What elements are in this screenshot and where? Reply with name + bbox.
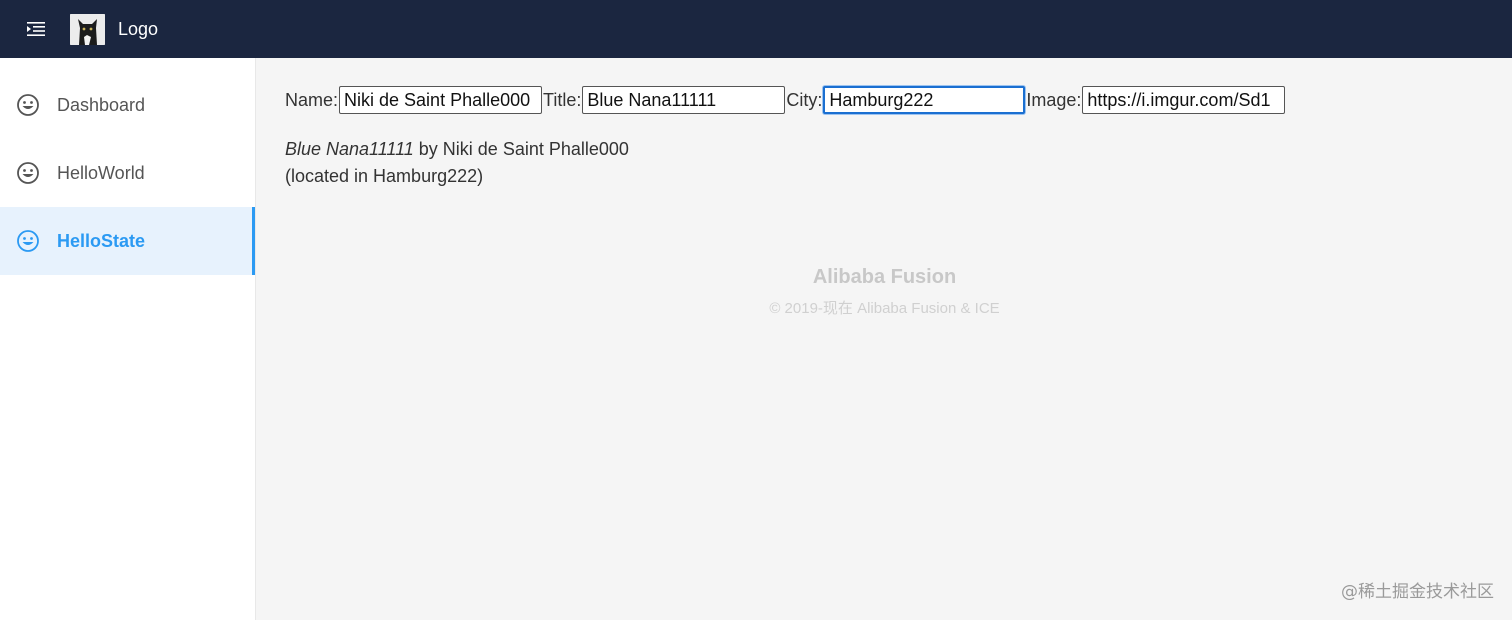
smile-icon [16,93,40,117]
name-label: Name: [285,89,339,110]
smile-icon [16,229,40,253]
logo-text[interactable]: Logo [118,19,158,40]
art-form: Name: Title: City: Image: [285,86,1286,114]
logo-image[interactable] [70,13,105,45]
sidebar-item-label: HelloWorld [57,162,145,183]
main-content: Name: Title: City: Image: Blue Nana11111… [257,58,1512,620]
sidebar-item-helloworld[interactable]: HelloWorld [0,139,255,207]
artwork-description: Blue Nana11111 by Niki de Saint Phalle00… [285,136,629,190]
sidebar-item-hellostate[interactable]: HelloState [0,207,255,275]
image-input[interactable] [1082,86,1286,114]
sidebar-item-label: HelloState [57,230,146,251]
top-header: Logo [0,0,1512,58]
sidebar-item-label: Dashboard [57,94,146,115]
artwork-line: Blue Nana11111 by Niki de Saint Phalle00… [285,136,629,163]
footer-title: Alibaba Fusion [812,266,957,288]
sidebar-item-dashboard[interactable]: Dashboard [0,71,255,139]
image-label: Image: [1026,89,1082,110]
menu-fold-icon[interactable] [26,21,46,37]
city-label: City: [786,89,823,110]
title-input[interactable] [582,86,786,114]
city-input[interactable] [823,86,1026,114]
sidebar-nav: Dashboard HelloWorld HelloState [0,58,256,620]
smile-icon [16,161,40,185]
artwork-location: (located in Hamburg222) [285,166,484,186]
title-label: Title: [543,89,582,110]
watermark: @稀土掘金技术社区 [1341,582,1494,602]
name-input[interactable] [339,86,543,114]
artwork-artist: by Niki de Saint Phalle000 [413,139,629,159]
footer-copyright: © 2019-现在 Alibaba Fusion & ICE [769,300,1000,317]
artwork-title: Blue Nana11111 [285,139,414,159]
